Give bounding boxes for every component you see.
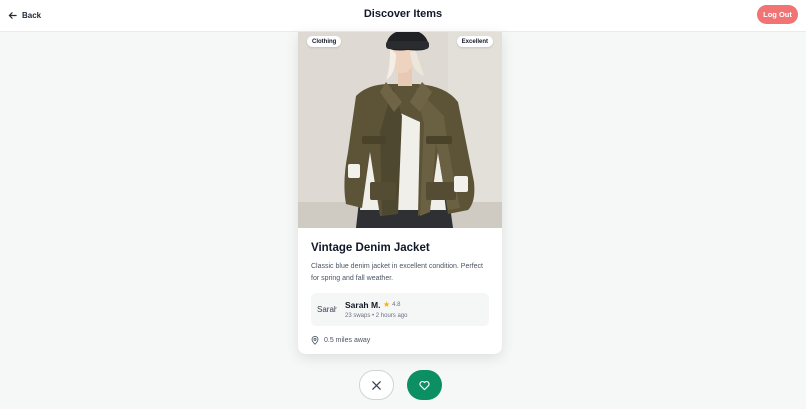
item-description: Classic blue denim jacket in excellent c… xyxy=(311,263,483,282)
owner-meta: 23 swaps • 2 hours ago xyxy=(345,313,408,319)
item-title: Vintage Denim Jacket xyxy=(311,242,430,254)
like-button[interactable] xyxy=(407,370,442,400)
category-tag: Clothing xyxy=(307,36,342,47)
logout-button[interactable]: Log Out xyxy=(757,5,798,24)
rating-value: 4.8 xyxy=(392,302,401,308)
star-icon: ★ xyxy=(383,300,391,309)
condition-tag: Excellent xyxy=(456,36,493,47)
owner-rating: ★ 4.8 xyxy=(383,301,401,309)
owner-info: Sarah Sarah M. ★ 4.8 23 swaps • 2 hours … xyxy=(311,293,489,326)
distance-label: 0.5 miles away xyxy=(324,337,371,344)
map-pin-icon xyxy=(311,336,319,345)
owner-name: Sarah M. xyxy=(345,300,381,310)
pass-button[interactable] xyxy=(359,370,394,400)
avatar: Sarah xyxy=(317,305,337,314)
distance: 0.5 miles away xyxy=(311,336,370,345)
item-card[interactable]: Clothing Excellent Vintage Denim Jacket … xyxy=(298,32,502,354)
item-photo: Clothing Excellent xyxy=(298,32,502,228)
item-photo-illustration xyxy=(298,32,502,228)
heart-icon xyxy=(419,380,430,390)
top-bar: Back Discover Items Log Out xyxy=(0,0,806,32)
page-title: Discover Items xyxy=(363,8,443,20)
close-icon xyxy=(372,380,381,390)
